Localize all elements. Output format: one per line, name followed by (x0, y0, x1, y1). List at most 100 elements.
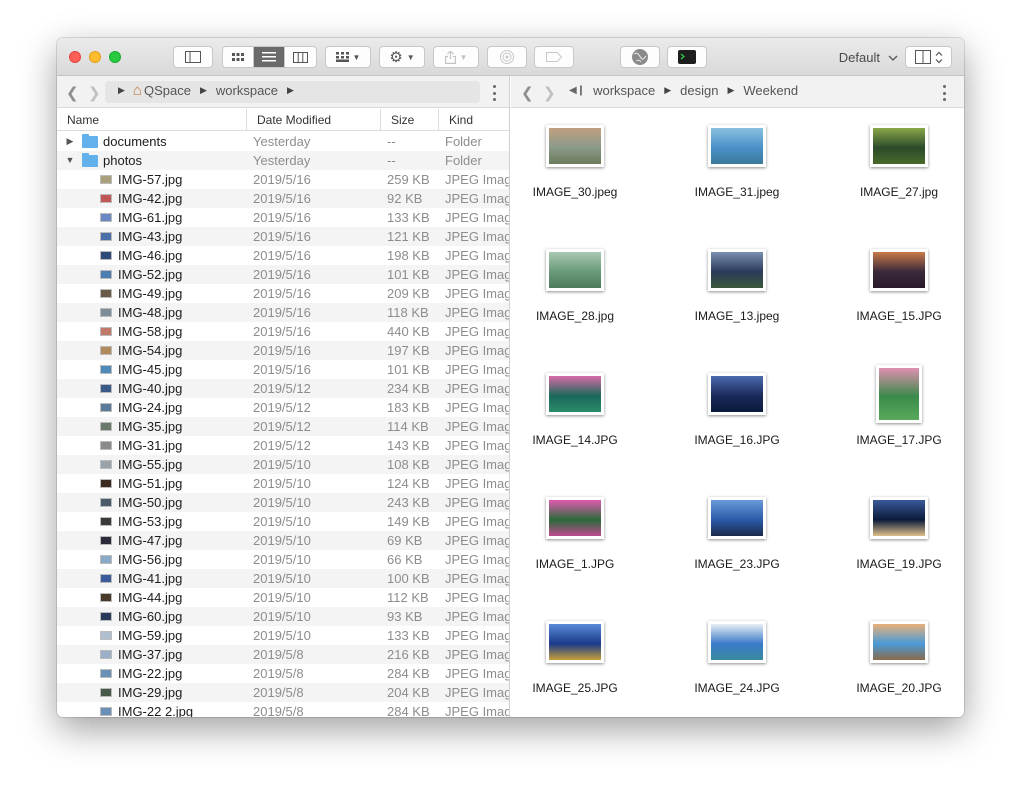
file-row[interactable]: IMG-57.jpg 2019/5/16 259 KB JPEG Image (57, 170, 509, 189)
file-row[interactable]: IMG-50.jpg 2019/5/10 243 KB JPEG Image (57, 493, 509, 512)
image-thumbnail-icon (100, 688, 112, 697)
file-row[interactable]: IMG-22.jpg 2019/5/8 284 KB JPEG Image (57, 664, 509, 683)
file-kind: JPEG Image (445, 495, 509, 510)
terminal-button[interactable] (667, 46, 707, 68)
image-file-tile[interactable]: IMAGE_1.JPG (511, 481, 655, 605)
file-row[interactable]: IMG-60.jpg 2019/5/10 93 KB JPEG Image (57, 607, 509, 626)
tags-button[interactable] (534, 46, 574, 68)
file-row[interactable]: IMG-43.jpg 2019/5/16 121 KB JPEG Image (57, 227, 509, 246)
file-row[interactable]: IMG-31.jpg 2019/5/12 143 KB JPEG Image (57, 436, 509, 455)
file-row[interactable]: IMG-46.jpg 2019/5/16 198 KB JPEG Image (57, 246, 509, 265)
more-options-icon[interactable] (943, 85, 947, 101)
file-row[interactable]: IMG-47.jpg 2019/5/10 69 KB JPEG Image (57, 531, 509, 550)
file-name: IMG-49.jpg (118, 286, 183, 301)
forward-arrow-icon[interactable]: ❯ (88, 84, 101, 102)
file-row[interactable]: IMG-44.jpg 2019/5/10 112 KB JPEG Image (57, 588, 509, 607)
back-arrow-icon[interactable]: ❮ (521, 84, 534, 102)
image-file-tile[interactable]: IMAGE_19.JPG (819, 481, 964, 605)
file-row[interactable]: IMG-53.jpg 2019/5/10 149 KB JPEG Image (57, 512, 509, 531)
more-options-icon[interactable] (493, 85, 497, 101)
image-file-tile[interactable]: IMAGE_13.jpeg (657, 233, 817, 357)
column-header-size[interactable]: Size (380, 109, 438, 131)
disclosure-closed-icon[interactable]: ▶ (65, 132, 75, 151)
file-row[interactable]: IMG-51.jpg 2019/5/10 124 KB JPEG Image (57, 474, 509, 493)
file-row[interactable]: IMG-29.jpg 2019/5/8 204 KB JPEG Image (57, 683, 509, 702)
column-header-name[interactable]: Name (57, 109, 246, 131)
image-file-tile[interactable]: IMAGE_17.JPG (819, 357, 964, 481)
file-row[interactable]: IMG-55.jpg 2019/5/10 108 KB JPEG Image (57, 455, 509, 474)
file-name: IMAGE_28.jpg (535, 309, 615, 323)
image-thumbnail (546, 125, 604, 167)
column-view-button[interactable] (285, 47, 316, 67)
file-row[interactable]: IMG-52.jpg 2019/5/16 101 KB JPEG Image (57, 265, 509, 284)
image-file-tile[interactable]: IMAGE_14.JPG (511, 357, 655, 481)
file-row[interactable]: IMG-61.jpg 2019/5/16 133 KB JPEG Image (57, 208, 509, 227)
crumb-design[interactable]: design (680, 83, 718, 98)
file-row[interactable]: IMG-48.jpg 2019/5/16 118 KB JPEG Image (57, 303, 509, 322)
file-kind: JPEG Image (445, 590, 509, 605)
group-by-button[interactable]: ▼ (325, 46, 371, 68)
file-kind: JPEG Image (445, 609, 509, 624)
column-header-date[interactable]: Date Modified (246, 109, 380, 131)
file-row[interactable]: IMG-37.jpg 2019/5/8 216 KB JPEG Image (57, 645, 509, 664)
crumb-workspace[interactable]: workspace (216, 83, 278, 98)
sidebar-toggle-button[interactable] (173, 46, 213, 68)
file-date: 2019/5/12 (253, 381, 311, 396)
preset-selector[interactable]: Default (839, 50, 898, 65)
globe-button[interactable] (620, 46, 660, 68)
file-size: 149 KB (387, 514, 430, 529)
image-thumbnail-icon (100, 422, 112, 431)
image-file-tile[interactable]: IMAGE_23.JPG (657, 481, 817, 605)
file-row[interactable]: IMG-42.jpg 2019/5/16 92 KB JPEG Image (57, 189, 509, 208)
right-pane: ❮ ❯ ◀❙ workspace ▶ design ▶ Weekend IMAG… (511, 76, 964, 717)
file-row[interactable]: IMG-40.jpg 2019/5/12 234 KB JPEG Image (57, 379, 509, 398)
image-file-tile[interactable]: IMAGE_31.jpeg (657, 109, 817, 233)
image-file-tile[interactable]: IMAGE_20.JPG (819, 605, 964, 717)
file-row[interactable]: IMG-24.jpg 2019/5/12 183 KB JPEG Image (57, 398, 509, 417)
file-row[interactable]: IMG-56.jpg 2019/5/10 66 KB JPEG Image (57, 550, 509, 569)
disclosure-open-icon[interactable]: ▼ (65, 151, 75, 170)
file-row[interactable]: IMG-22 2.jpg 2019/5/8 284 KB JPEG Image (57, 702, 509, 717)
image-file-tile[interactable]: IMAGE_25.JPG (511, 605, 655, 717)
forward-arrow-icon[interactable]: ❯ (543, 84, 556, 102)
zoom-button[interactable] (109, 51, 121, 63)
column-header-kind[interactable]: Kind (438, 109, 509, 131)
file-row[interactable]: IMG-59.jpg 2019/5/10 133 KB JPEG Image (57, 626, 509, 645)
image-thumbnail-icon (100, 555, 112, 564)
file-row[interactable]: IMG-41.jpg 2019/5/10 100 KB JPEG Image (57, 569, 509, 588)
back-arrow-icon[interactable]: ❮ (66, 84, 79, 102)
action-menu-button[interactable]: ⚙ ▼ (379, 46, 425, 68)
image-thumbnail (546, 497, 604, 539)
file-size: 204 KB (387, 685, 430, 700)
file-name: IMG-31.jpg (118, 438, 183, 453)
file-date: 2019/5/8 (253, 685, 304, 700)
file-row[interactable]: IMG-49.jpg 2019/5/16 209 KB JPEG Image (57, 284, 509, 303)
image-file-tile[interactable]: IMAGE_15.JPG (819, 233, 964, 357)
image-thumbnail (870, 621, 928, 663)
airdrop-button[interactable] (487, 46, 527, 68)
image-file-tile[interactable]: IMAGE_30.jpeg (511, 109, 655, 233)
file-date: 2019/5/16 (253, 324, 311, 339)
list-view-button[interactable] (254, 47, 285, 67)
image-file-tile[interactable]: IMAGE_16.JPG (657, 357, 817, 481)
share-button[interactable]: ▼ (433, 46, 479, 68)
file-row[interactable]: IMG-58.jpg 2019/5/16 440 KB JPEG Image (57, 322, 509, 341)
image-file-tile[interactable]: IMAGE_24.JPG (657, 605, 817, 717)
image-thumbnail-icon (100, 365, 112, 374)
image-file-tile[interactable]: IMAGE_27.jpg (819, 109, 964, 233)
file-row[interactable]: IMG-45.jpg 2019/5/16 101 KB JPEG Image (57, 360, 509, 379)
image-file-tile[interactable]: IMAGE_28.jpg (511, 233, 655, 357)
close-button[interactable] (69, 51, 81, 63)
layout-toggle-button[interactable] (905, 46, 952, 68)
folder-row[interactable]: ▼ photos Yesterday -- Folder (57, 151, 509, 170)
minimize-button[interactable] (89, 51, 101, 63)
crumb-workspace[interactable]: workspace (593, 83, 655, 98)
image-thumbnail-icon (100, 517, 112, 526)
file-row[interactable]: IMG-35.jpg 2019/5/12 114 KB JPEG Image (57, 417, 509, 436)
crumb-weekend[interactable]: Weekend (743, 83, 798, 98)
crumb-qspace[interactable]: QSpace (144, 83, 191, 98)
file-row[interactable]: IMG-54.jpg 2019/5/16 197 KB JPEG Image (57, 341, 509, 360)
folder-row[interactable]: ▶ documents Yesterday -- Folder (57, 132, 509, 151)
icon-view-button[interactable] (223, 47, 254, 67)
file-kind: JPEG Image (445, 533, 509, 548)
